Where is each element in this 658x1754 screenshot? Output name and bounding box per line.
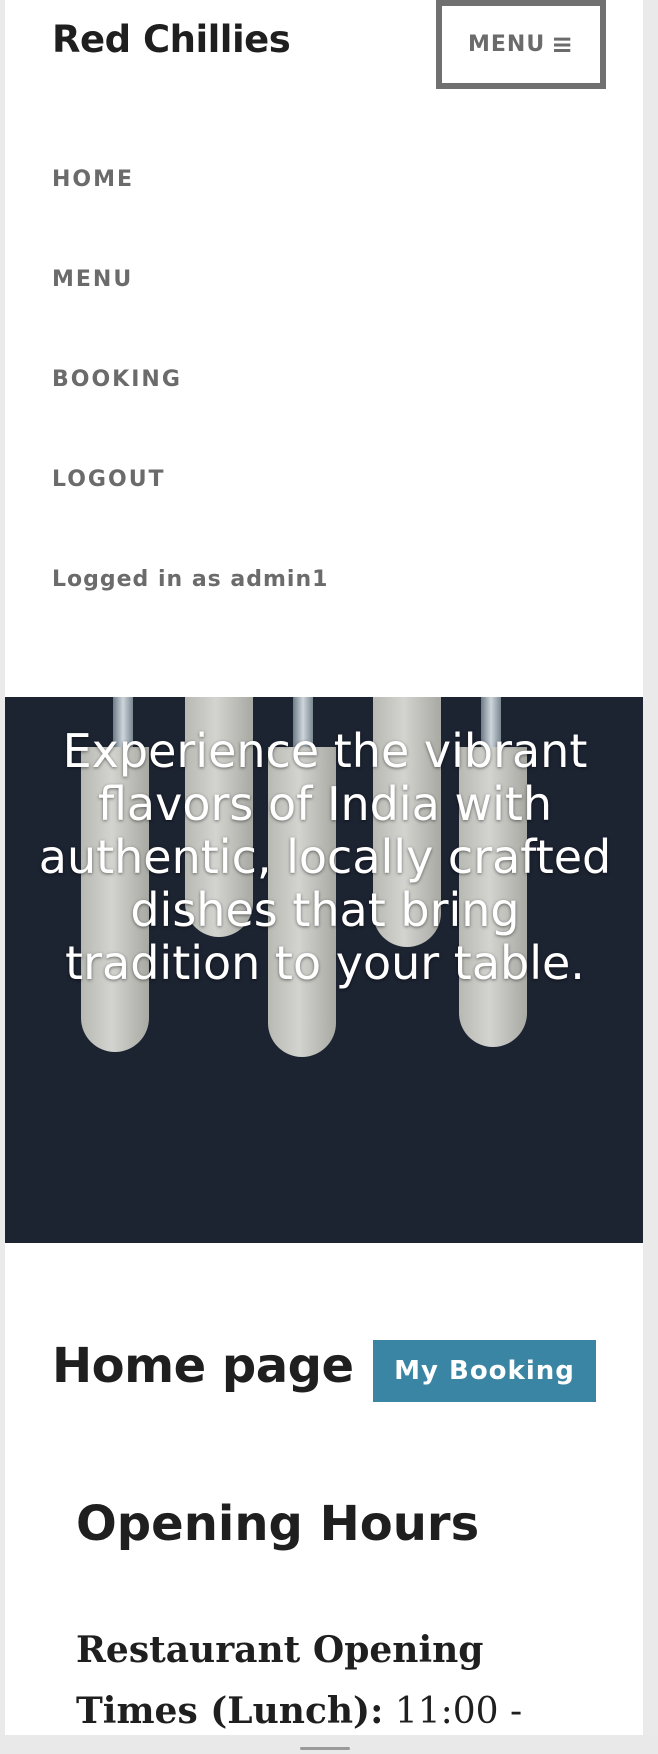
logged-in-status: Logged in as admin1 xyxy=(52,567,329,592)
browser-bottom-bar xyxy=(0,1735,658,1754)
gesture-handle[interactable] xyxy=(300,1747,350,1750)
hero-banner: Experience the vibrant flavors of India … xyxy=(5,697,643,1243)
menu-toggle-label: MENU xyxy=(468,32,546,57)
hamburger-icon: ≡ xyxy=(551,29,574,60)
page: Red Chillies MENU ≡ HOME MENU BOOKING LO… xyxy=(5,0,643,1754)
page-title: Home page xyxy=(52,1338,354,1394)
nav-item-menu[interactable]: MENU xyxy=(52,267,133,292)
hero-tagline: Experience the vibrant flavors of India … xyxy=(38,724,612,990)
hours-value: 11:00 - xyxy=(394,1691,523,1732)
my-booking-button[interactable]: My Booking xyxy=(373,1340,596,1402)
nav-item-home[interactable]: HOME xyxy=(52,167,134,192)
menu-toggle-button[interactable]: MENU ≡ xyxy=(436,0,606,89)
opening-hours-heading: Opening Hours xyxy=(76,1496,480,1552)
nav-item-logout[interactable]: LOGOUT xyxy=(52,467,166,492)
site-title[interactable]: Red Chillies xyxy=(52,18,291,61)
nav-item-booking[interactable]: BOOKING xyxy=(52,367,182,392)
opening-hours-text: Restaurant Opening Times (Lunch): 11:00 … xyxy=(76,1620,596,1742)
